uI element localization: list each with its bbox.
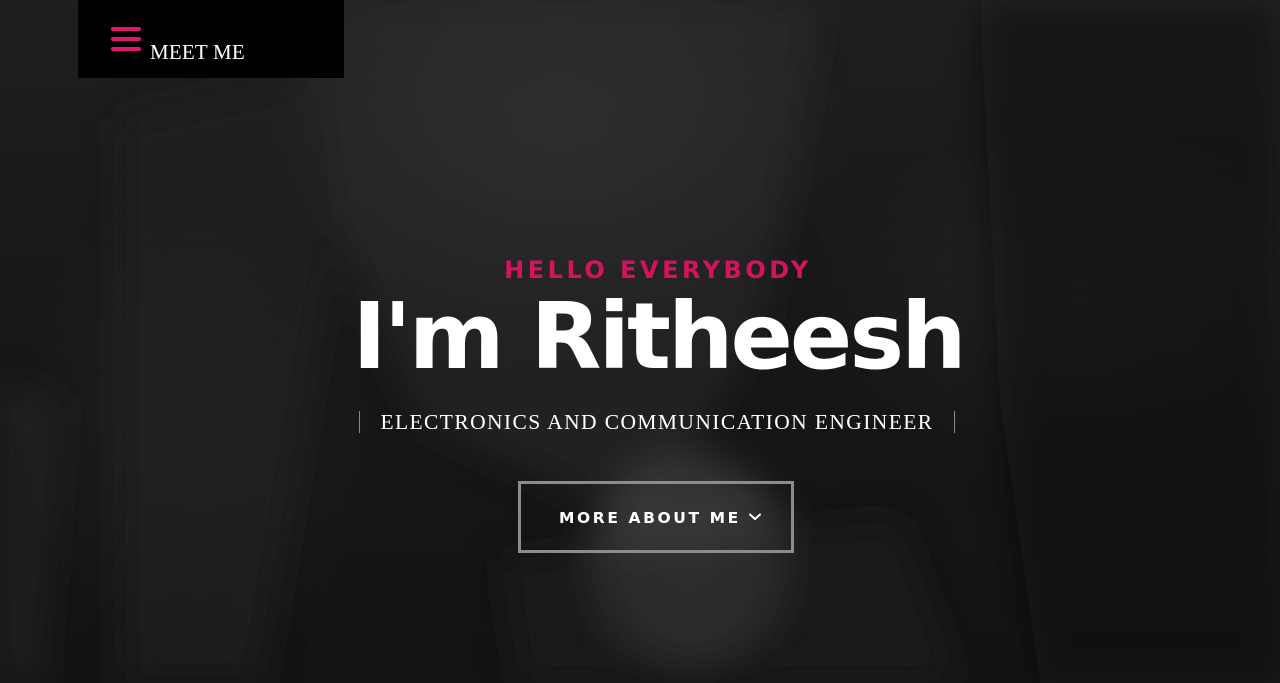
role-divider-right bbox=[953, 411, 955, 434]
hero-role: ELECTRONICS AND COMMUNICATION ENGINEER bbox=[380, 410, 934, 435]
menu-bar: MEET ME bbox=[78, 0, 344, 78]
hamburger-line bbox=[111, 37, 141, 41]
hero-greeting: HELLO EVERYBODY bbox=[504, 256, 812, 284]
hero-name: I'm Ritheesh bbox=[352, 283, 966, 390]
hero-role-row: ELECTRONICS AND COMMUNICATION ENGINEER bbox=[0, 408, 1280, 436]
chevron-down-icon bbox=[749, 513, 761, 520]
more-about-me-button[interactable]: MORE ABOUT ME bbox=[518, 481, 794, 553]
hamburger-line bbox=[111, 27, 141, 31]
role-divider-left bbox=[359, 411, 361, 434]
more-about-me-label: MORE ABOUT ME bbox=[559, 509, 741, 527]
hamburger-menu-icon[interactable] bbox=[111, 27, 141, 51]
hero-section: MEET ME HELLO EVERYBODY I'm Ritheesh ELE… bbox=[0, 0, 1280, 683]
hamburger-line bbox=[111, 47, 141, 51]
menu-label[interactable]: MEET ME bbox=[150, 40, 245, 64]
